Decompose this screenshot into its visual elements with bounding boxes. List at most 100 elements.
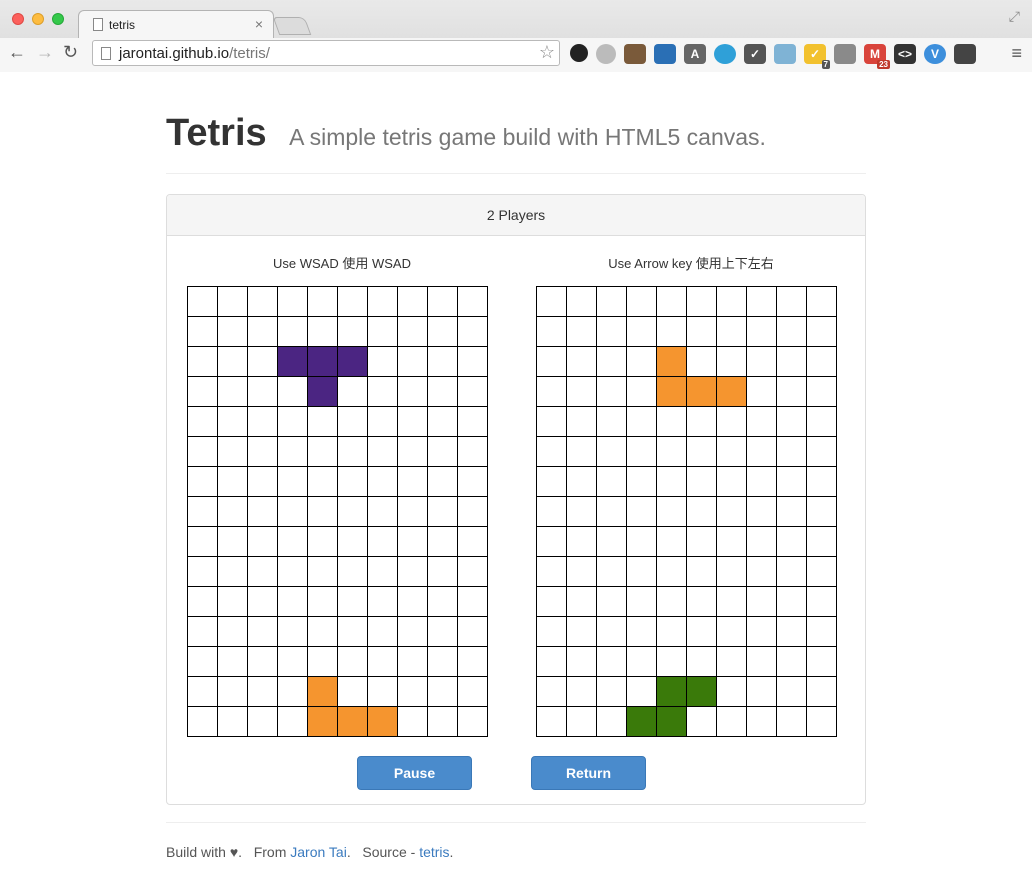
board-cell — [747, 467, 777, 497]
extension-code-icon[interactable]: <> — [894, 44, 916, 64]
board-cell — [188, 287, 218, 317]
extension-angular-icon[interactable]: A — [684, 44, 706, 64]
board-cell — [218, 377, 248, 407]
player2-board[interactable] — [536, 286, 837, 737]
pause-button[interactable]: Pause — [357, 756, 472, 790]
board-cell — [717, 707, 747, 737]
board-cell — [717, 647, 747, 677]
board-cell — [338, 317, 368, 347]
board-cell — [218, 467, 248, 497]
board-cell — [777, 377, 807, 407]
extension-pocket-icon[interactable]: ✓ — [744, 44, 766, 64]
board-cell — [428, 647, 458, 677]
source-link[interactable]: tetris — [419, 844, 449, 860]
board-cell — [248, 407, 278, 437]
extension-sync-icon[interactable] — [570, 44, 588, 62]
filled-block — [308, 347, 338, 377]
extension-screenshot-icon[interactable] — [654, 44, 676, 64]
url-host: jarontai.github.io — [119, 45, 230, 62]
board-cell — [248, 377, 278, 407]
board-cell — [188, 437, 218, 467]
extension-traffic-icon[interactable] — [954, 44, 976, 64]
board-cell — [537, 527, 567, 557]
board-cell — [537, 587, 567, 617]
back-arrow-icon[interactable]: ← — [8, 42, 26, 63]
extension-icons: A ✓ ✓ 7 M 23 <> V — [570, 44, 976, 69]
board-cell — [717, 557, 747, 587]
board-cell — [537, 617, 567, 647]
board-cell — [368, 587, 398, 617]
return-button[interactable]: Return — [531, 756, 646, 790]
board-cell — [308, 467, 338, 497]
board-cell — [428, 557, 458, 587]
extension-gmail-icon[interactable]: M 23 — [864, 44, 890, 69]
board-cell — [747, 707, 777, 737]
board-cell — [278, 677, 308, 707]
board-cell — [338, 617, 368, 647]
board-cell — [248, 677, 278, 707]
board-cell — [537, 467, 567, 497]
board-cell — [717, 437, 747, 467]
board-cell — [248, 497, 278, 527]
board-cell — [657, 437, 687, 467]
forward-arrow-icon[interactable]: → — [36, 42, 54, 63]
window-close-button[interactable] — [12, 13, 24, 25]
board-cell — [368, 437, 398, 467]
board-cell — [428, 377, 458, 407]
board-cell — [338, 497, 368, 527]
fullscreen-icon[interactable]: ⤢ — [1009, 8, 1020, 25]
filled-block — [687, 377, 717, 407]
board-cell — [747, 437, 777, 467]
extension-wave-icon[interactable] — [714, 44, 736, 64]
extension-eyedropper-icon[interactable] — [774, 44, 796, 64]
window-maximize-button[interactable] — [52, 13, 64, 25]
board-cell — [458, 647, 488, 677]
filled-block — [308, 377, 338, 407]
board-cell — [807, 377, 837, 407]
menu-icon[interactable]: ≡ — [1011, 43, 1022, 64]
author-link[interactable]: Jaron Tai — [290, 844, 347, 860]
extension-brick-icon[interactable] — [834, 44, 856, 64]
board-cell — [248, 647, 278, 677]
footer-source-text: Source - — [362, 844, 416, 860]
board-cell — [248, 707, 278, 737]
board-cell — [308, 437, 338, 467]
board-cell — [657, 467, 687, 497]
board-cell — [218, 677, 248, 707]
bookmark-star-icon[interactable]: ☆ — [539, 42, 555, 63]
board-cell — [338, 437, 368, 467]
page-subtitle: A simple tetris game build with HTML5 ca… — [289, 124, 766, 150]
board-cell — [368, 617, 398, 647]
board-cell — [398, 647, 428, 677]
board-cell — [218, 587, 248, 617]
browser-toolbar: ← → ↻ jarontai.github.io/tetris/ ☆ A ✓ ✓… — [0, 38, 1032, 72]
board-cell — [368, 377, 398, 407]
board-cell — [717, 527, 747, 557]
board-cell — [278, 647, 308, 677]
extension-todo-icon[interactable]: ✓ 7 — [804, 44, 830, 69]
window-minimize-button[interactable] — [32, 13, 44, 25]
reload-icon[interactable]: ↻ — [63, 42, 78, 63]
board-cell — [248, 317, 278, 347]
browser-tab[interactable]: tetris × — [78, 10, 274, 38]
extension-camera-icon[interactable] — [624, 44, 646, 64]
board-cell — [597, 407, 627, 437]
board-cell — [338, 557, 368, 587]
extension-v-icon[interactable]: V — [924, 44, 946, 64]
board-cell — [218, 557, 248, 587]
board-cell — [777, 467, 807, 497]
new-tab-button[interactable] — [272, 17, 312, 35]
board-cell — [398, 527, 428, 557]
filled-block — [657, 677, 687, 707]
board-cell — [597, 647, 627, 677]
board-cell — [747, 377, 777, 407]
extension-globe-icon[interactable] — [596, 44, 616, 64]
board-cell — [567, 377, 597, 407]
board-cell — [807, 617, 837, 647]
close-icon[interactable]: × — [255, 16, 263, 32]
board-cell — [567, 587, 597, 617]
filled-block — [627, 707, 657, 737]
player1-board[interactable] — [187, 286, 488, 737]
board-cell — [338, 287, 368, 317]
address-bar[interactable]: jarontai.github.io/tetris/ ☆ — [92, 40, 560, 66]
